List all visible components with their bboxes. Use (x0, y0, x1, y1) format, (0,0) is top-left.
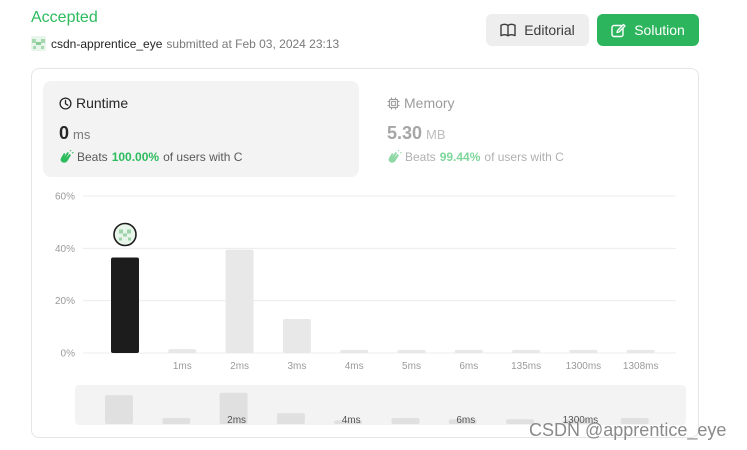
overview-bar (276, 413, 305, 424)
runtime-distribution-chart: 60% 40% 20% 0% 1ms 2ms 3ms 4ms 5ms 6ms 135ms 1300m… (55, 192, 686, 426)
overview-label: 4ms (342, 415, 361, 426)
x-tick-label: 1308ms (623, 361, 659, 372)
overview-bar (105, 395, 133, 424)
y-tick-label: 60% (55, 192, 75, 203)
chart-bar[interactable] (225, 249, 254, 353)
chart-bar[interactable] (168, 349, 197, 353)
x-tick-label: 4ms (345, 361, 364, 372)
overview-label: 6ms (456, 415, 475, 426)
x-tick-label: 6ms (459, 361, 478, 372)
x-tick-label: 2ms (230, 361, 249, 372)
y-tick-label: 20% (55, 296, 75, 307)
chart-bar[interactable] (569, 349, 598, 353)
x-tick-label: 1300ms (566, 361, 602, 372)
x-tick-label: 3ms (287, 361, 306, 372)
chart-bar[interactable] (512, 349, 541, 353)
chart-bar[interactable] (454, 349, 483, 353)
x-tick-label: 5ms (402, 361, 421, 372)
x-tick-label: 135ms (511, 361, 541, 372)
user-avatar-marker-icon (113, 222, 137, 247)
chart-bar[interactable] (626, 349, 655, 353)
chart-bar[interactable] (111, 257, 139, 353)
chart-bar[interactable] (282, 318, 311, 353)
watermark-text: CSDN @apprentice_eye (529, 420, 727, 440)
chart-bar[interactable] (397, 349, 426, 353)
y-tick-label: 0% (61, 349, 76, 360)
overview-bar (162, 418, 191, 424)
x-tick-label: 1ms (173, 361, 192, 372)
overview-label: 2ms (227, 415, 246, 426)
overview-bar (391, 418, 420, 424)
y-tick-label: 40% (55, 244, 75, 255)
chart-bar[interactable] (340, 349, 369, 353)
